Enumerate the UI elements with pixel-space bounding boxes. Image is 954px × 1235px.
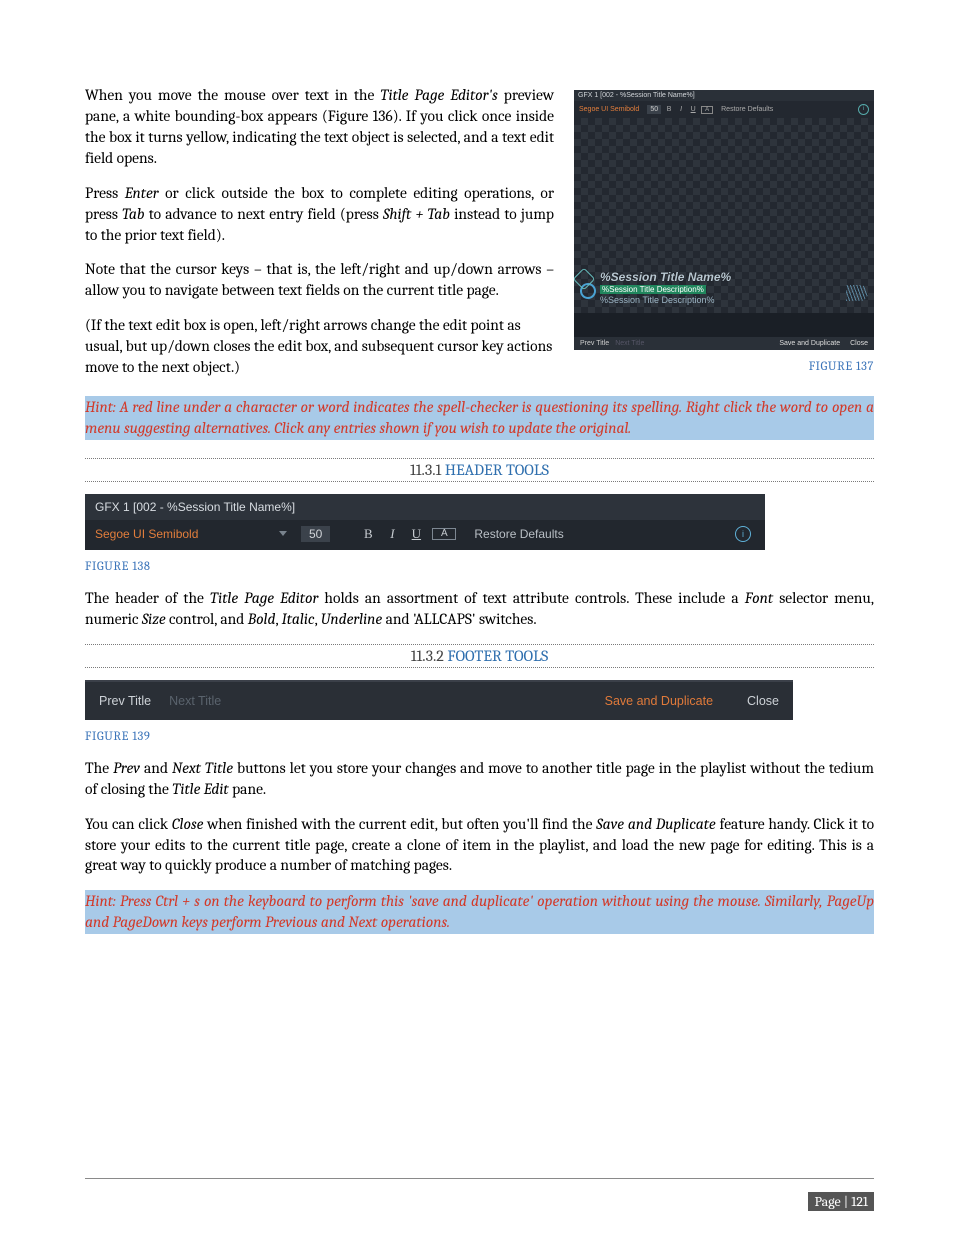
figure-138-header-tools: GFX 1 [002 - %Session Title Name%] Segoe… <box>85 494 765 550</box>
paragraph-7: You can click Close when finished with t… <box>85 814 874 877</box>
section-number: 11.3.1 <box>410 461 445 479</box>
footer-rule <box>85 1178 874 1179</box>
size-input[interactable]: 50 <box>301 526 330 542</box>
save-and-duplicate-button[interactable]: Save and Duplicate <box>601 692 717 710</box>
info-icon[interactable]: i <box>735 526 751 542</box>
restore-defaults-button[interactable]: Restore Defaults <box>721 106 773 113</box>
section-number: 11.3.2 <box>411 647 448 665</box>
editor-footer: Prev Title Next Title Save and Duplicate… <box>574 337 874 350</box>
editor-toolbar: Segoe UI Semibold 50 B I U A Restore Def… <box>574 101 874 118</box>
hint-box-2: Hint: Press Ctrl + s on the keyboard to … <box>85 890 874 934</box>
size-input[interactable]: 50 <box>647 105 661 114</box>
bold-button[interactable]: B <box>665 106 673 113</box>
underline-button[interactable]: U <box>689 106 697 113</box>
restore-defaults-button[interactable]: Restore Defaults <box>474 528 563 540</box>
figure-137-screenshot: GFX 1 [002 - %Session Title Name%] Segoe… <box>574 90 874 350</box>
prev-title-button[interactable]: Prev Title <box>99 694 151 708</box>
page-number: Page | 121 <box>808 1192 874 1211</box>
italic-button[interactable]: I <box>384 527 400 540</box>
session-title-description[interactable]: %Session Title Description% <box>600 285 706 294</box>
prev-title-button[interactable]: Prev Title <box>580 340 609 347</box>
session-title-name[interactable]: %Session Title Name% <box>600 270 864 284</box>
figure-137: GFX 1 [002 - %Session Title Name%] Segoe… <box>574 90 874 374</box>
section-heading-footer-tools: 11.3.2 FOOTER TOOLS <box>85 644 874 668</box>
hint-box-1: Hint: A red line under a character or wo… <box>85 396 874 440</box>
next-title-button: Next Title <box>615 340 644 347</box>
paragraph-5: The header of the Title Page Editor hold… <box>85 588 874 630</box>
info-icon[interactable]: i <box>858 104 869 115</box>
close-button[interactable]: Close <box>850 340 868 347</box>
chevron-down-icon[interactable] <box>279 531 287 536</box>
paragraph-6: The Prev and Next Title buttons let you … <box>85 758 874 800</box>
allcaps-button[interactable]: A <box>432 528 456 540</box>
bold-button[interactable]: B <box>360 527 376 540</box>
italic-button[interactable]: I <box>677 106 685 113</box>
window-titlebar: GFX 1 [002 - %Session Title Name%] <box>85 494 765 520</box>
save-and-duplicate-button[interactable]: Save and Duplicate <box>779 340 840 347</box>
underline-button[interactable]: U <box>408 527 424 540</box>
figure-137-caption: FIGURE 137 <box>574 360 874 374</box>
window-titlebar: GFX 1 [002 - %Session Title Name%] <box>574 90 874 101</box>
figure-138-caption: FIGURE 138 <box>85 560 874 574</box>
preview-pane[interactable]: %Session Title Name% %Session Title Desc… <box>574 118 874 313</box>
figure-139-caption: FIGURE 139 <box>85 730 874 744</box>
section-title: FOOTER TOOLS <box>447 647 548 665</box>
font-selector[interactable]: Segoe UI Semibold <box>579 106 639 113</box>
section-heading-header-tools: 11.3.1 HEADER TOOLS <box>85 458 874 482</box>
next-title-button: Next Title <box>169 694 221 708</box>
figure-139-footer-tools: Prev Title Next Title Save and Duplicate… <box>85 680 793 720</box>
session-title-description-2[interactable]: %Session Title Description% <box>600 295 864 305</box>
font-selector[interactable]: Segoe UI Semibold <box>95 528 265 540</box>
editor-toolbar: Segoe UI Semibold 50 B I U A Restore Def… <box>85 520 765 550</box>
allcaps-button[interactable]: A <box>701 106 713 114</box>
close-button[interactable]: Close <box>747 694 779 708</box>
section-title: HEADER TOOLS <box>445 461 549 479</box>
